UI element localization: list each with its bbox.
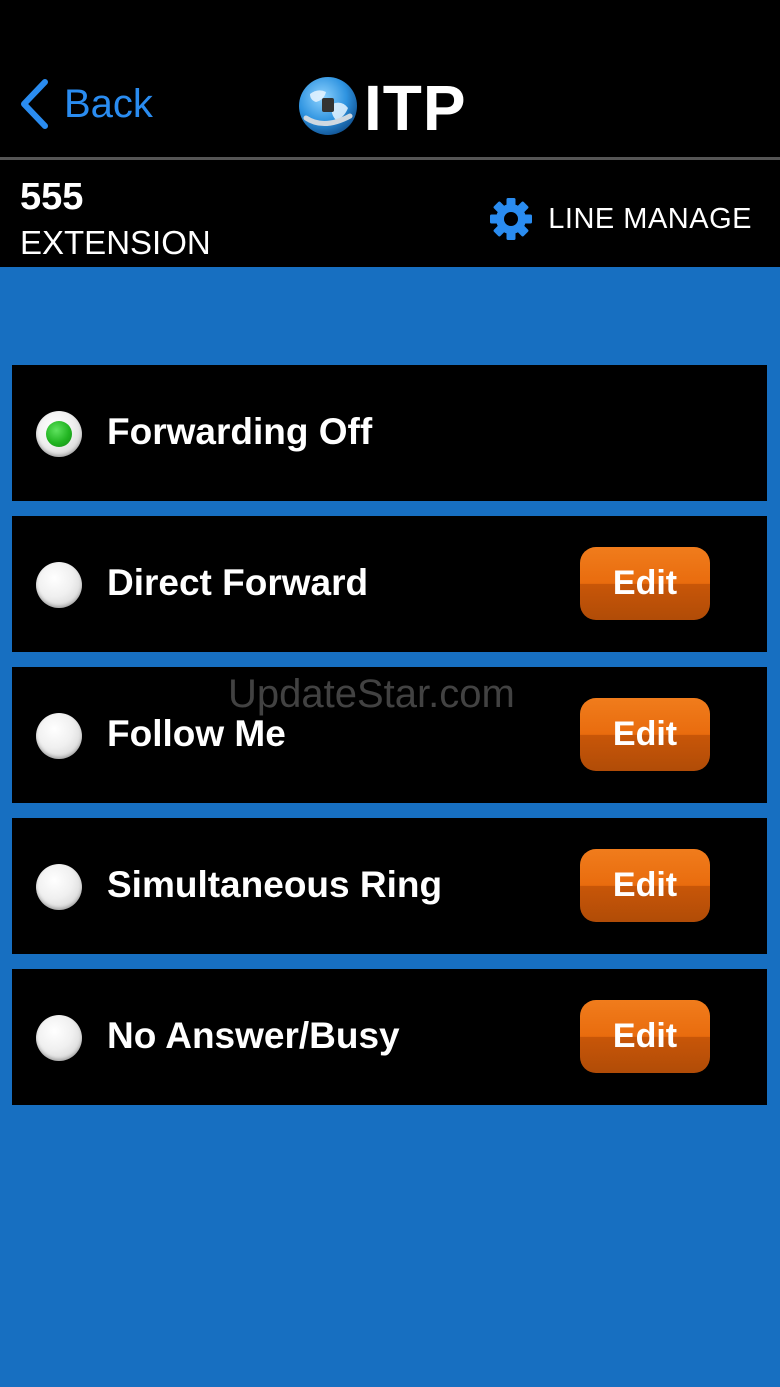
edit-button-direct-forward[interactable]: Edit (580, 547, 710, 620)
extension-number: 555 (20, 176, 84, 218)
option-direct-forward[interactable]: Direct Forward Edit (12, 516, 767, 652)
back-button[interactable]: Back (18, 76, 153, 132)
radio-button[interactable] (36, 713, 82, 759)
chevron-left-icon (18, 78, 50, 130)
line-manage-label: LINE MANAGE (548, 202, 752, 235)
gear-icon (488, 196, 534, 242)
edit-button-no-answer-busy[interactable]: Edit (580, 1000, 710, 1073)
option-no-answer-busy[interactable]: No Answer/Busy Edit (12, 969, 767, 1105)
radio-button[interactable] (36, 562, 82, 608)
back-label: Back (64, 82, 153, 126)
radio-selected-dot (46, 421, 72, 447)
option-label: Direct Forward (107, 562, 369, 603)
edit-button-simultaneous-ring[interactable]: Edit (580, 849, 710, 922)
option-label: Forwarding Off (107, 411, 373, 452)
navigation-bar: Back ITP (0, 0, 780, 160)
option-follow-me[interactable]: Follow Me Edit (12, 667, 767, 803)
radio-button[interactable] (36, 864, 82, 910)
radio-button-selected[interactable] (36, 411, 82, 457)
logo-text: ITP (364, 72, 467, 144)
option-label: Follow Me (107, 713, 286, 754)
option-label: No Answer/Busy (107, 1015, 400, 1056)
extension-bar: 555 EXTENSION LINE MANAGE (0, 160, 780, 267)
option-forwarding-off[interactable]: Forwarding Off (12, 365, 767, 501)
edit-button-follow-me[interactable]: Edit (580, 698, 710, 771)
radio-button[interactable] (36, 1015, 82, 1061)
option-simultaneous-ring[interactable]: Simultaneous Ring Edit (12, 818, 767, 954)
globe-icon (296, 74, 360, 143)
extension-label: EXTENSION (20, 224, 211, 261)
app-logo: ITP (296, 73, 467, 143)
option-label: Simultaneous Ring (107, 864, 443, 905)
line-manage-button[interactable]: LINE MANAGE (488, 196, 752, 242)
